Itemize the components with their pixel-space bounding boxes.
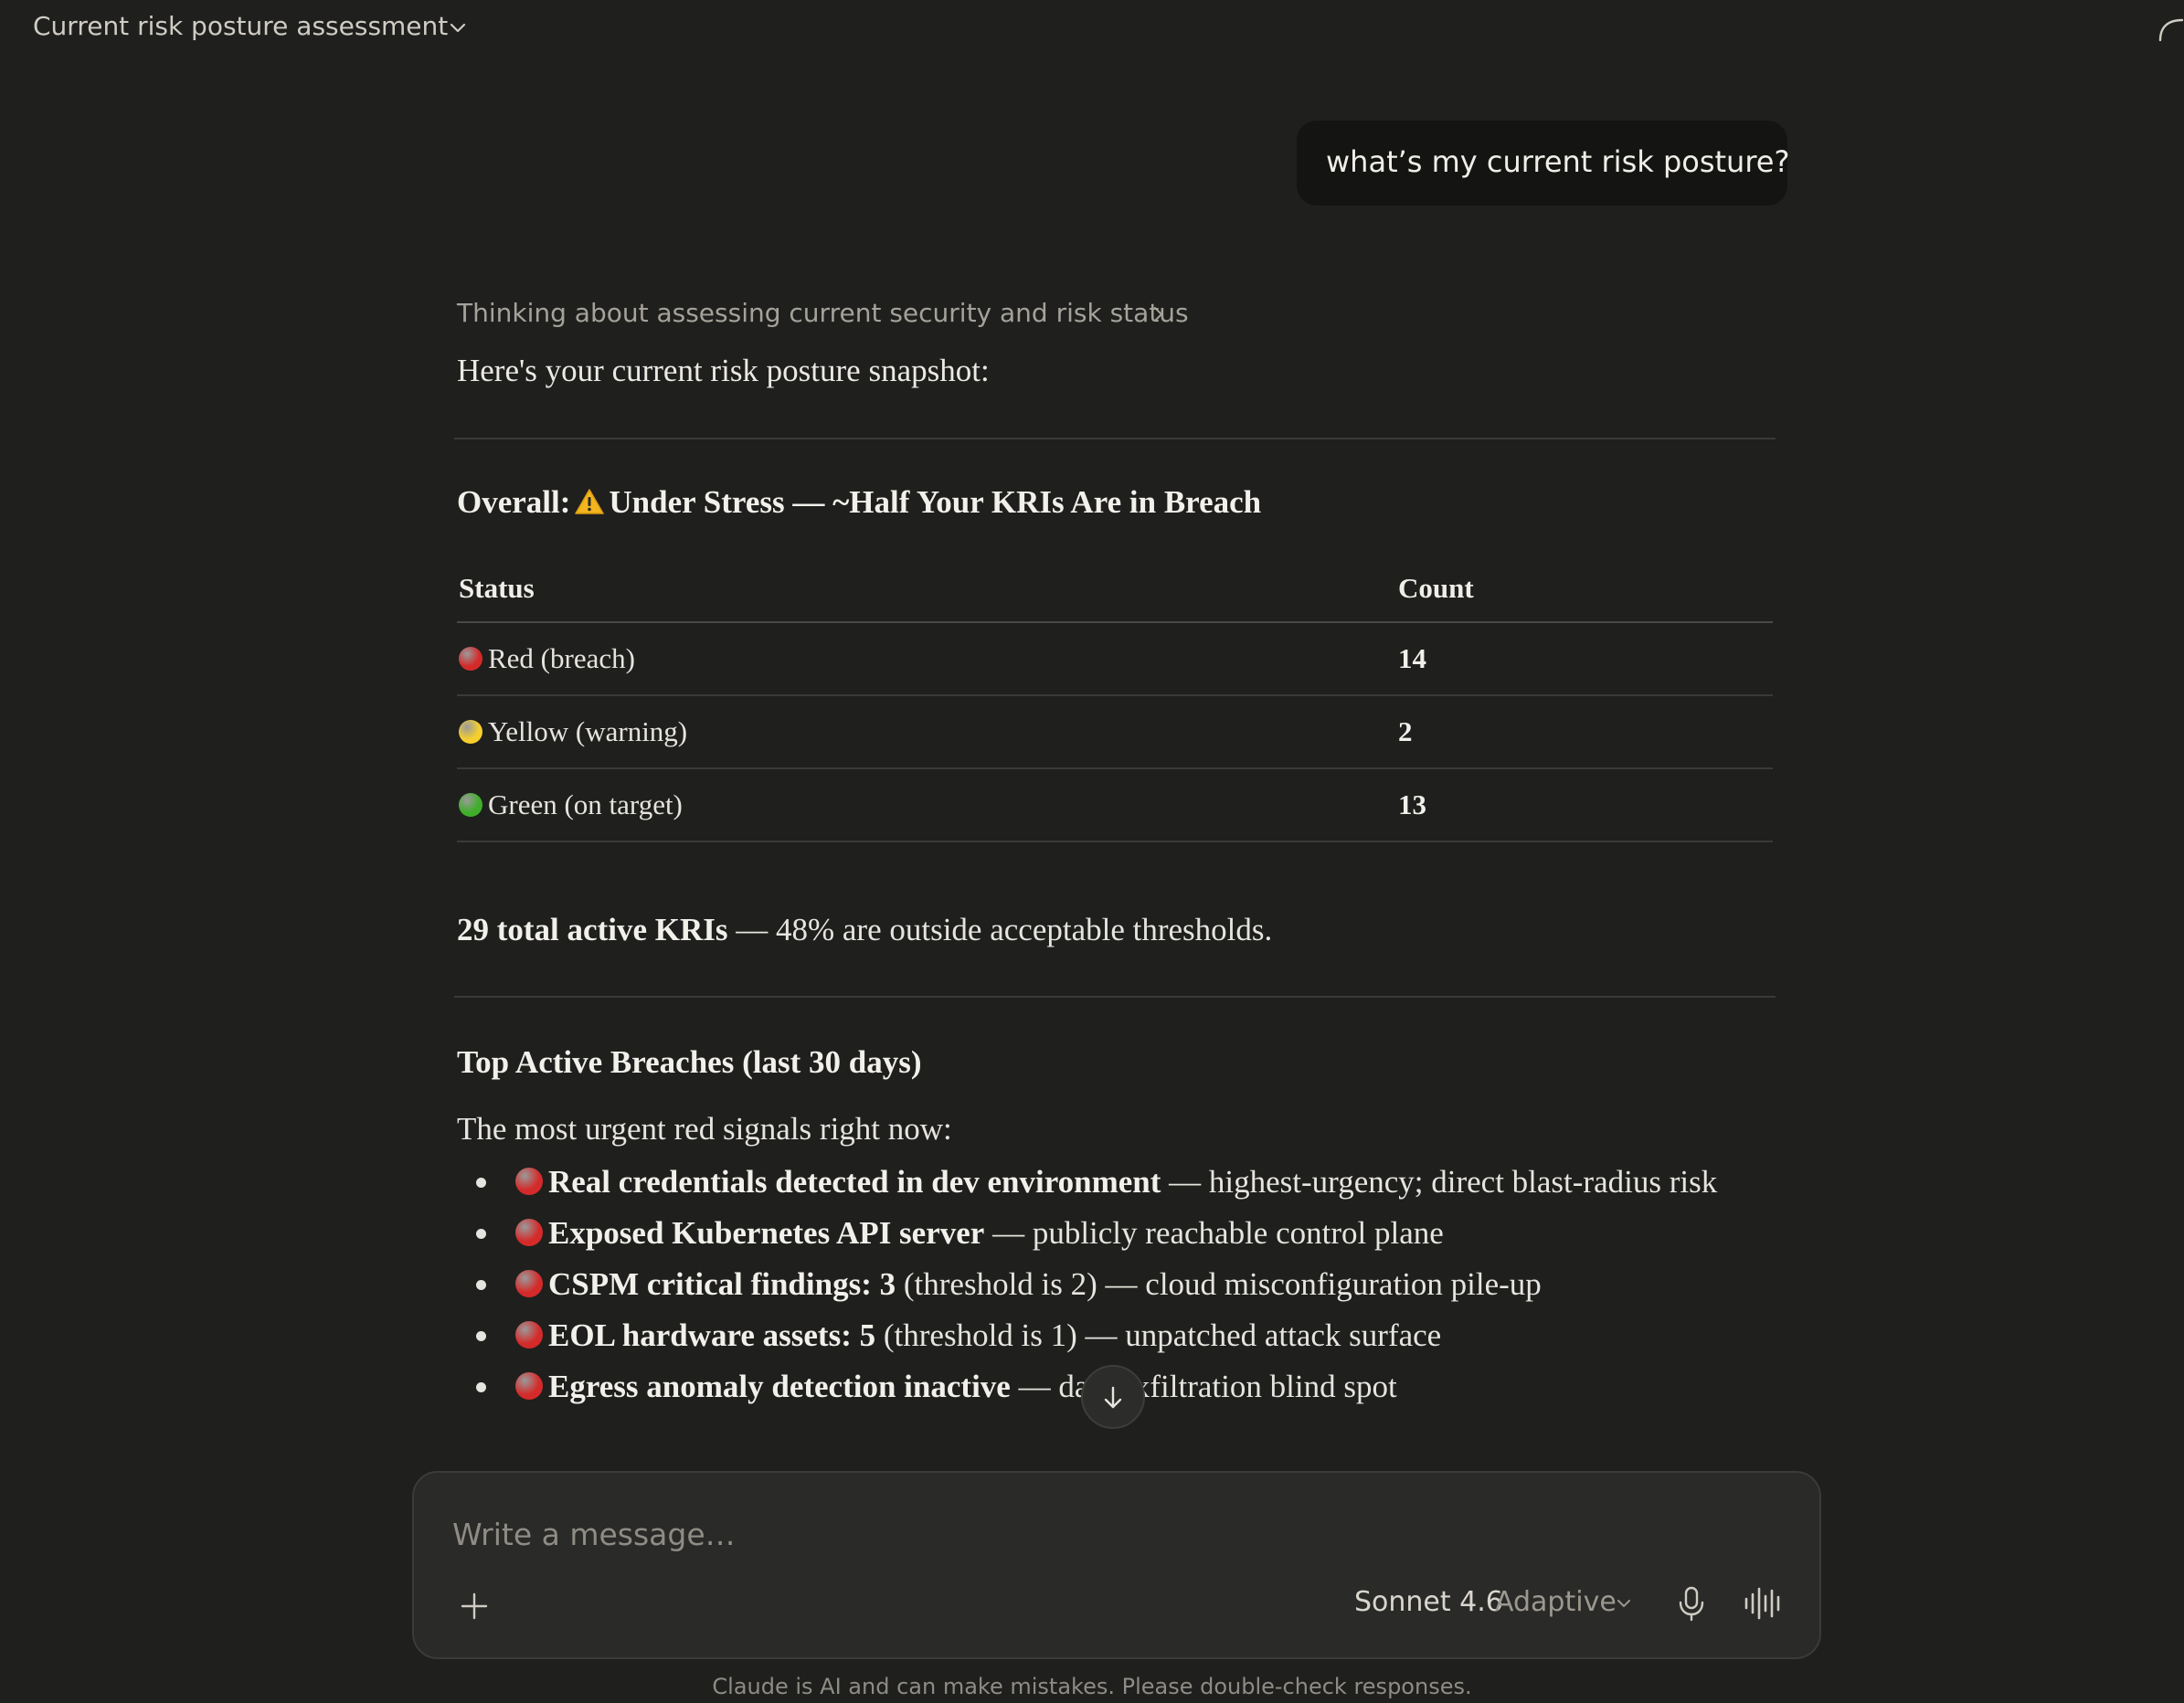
red-circle-icon	[515, 1168, 543, 1195]
breach-title: Exposed Kubernetes API server	[548, 1215, 985, 1251]
kri-status-table: Status Count Red (breach) 14 Yellow (warni…	[457, 555, 1773, 842]
warning-icon	[575, 489, 605, 514]
breach-title: CSPM critical findings: 3	[548, 1266, 896, 1302]
breaches-heading: Top Active Breaches (last 30 days)	[457, 1044, 922, 1080]
status-cell: Yellow (warning)	[457, 695, 1396, 769]
count-cell: 14	[1396, 622, 1773, 696]
divider	[454, 438, 1776, 439]
breach-detail: (threshold is 2) — cloud misconfiguratio…	[896, 1266, 1542, 1302]
status-label: Red (breach)	[488, 642, 635, 674]
thinking-toggle[interactable]: Thinking about assessing current securit…	[457, 298, 1189, 328]
list-item: Exposed Kubernetes API server — publicly…	[476, 1211, 1795, 1254]
red-circle-icon	[515, 1372, 543, 1400]
list-item: Real credentials detected in dev environ…	[476, 1160, 1795, 1203]
divider	[454, 996, 1776, 998]
mode-selector[interactable]: Adaptive	[1495, 1586, 1617, 1618]
status-column-header: Status	[457, 555, 1396, 623]
overall-heading: Overall: Under Stress — ~Half Your KRIs …	[457, 484, 1261, 521]
disclaimer-text: Claude is AI and can make mistakes. Plea…	[712, 1674, 1472, 1699]
response-intro: Here's your current risk posture snapsho…	[457, 353, 990, 388]
breaches-intro: The most urgent red signals right now:	[457, 1111, 952, 1147]
status-dot-icon	[459, 793, 482, 817]
list-item: Egress anomaly detection inactive — data…	[476, 1365, 1795, 1408]
message-composer: Sonnet 4.6 Adaptive	[412, 1471, 1821, 1659]
kri-summary: 29 total active KRIs — 48% are outside a…	[457, 912, 1272, 948]
overall-text: Under Stress — ~Half Your KRIs Are in Br…	[609, 484, 1262, 520]
status-cell: Red (breach)	[457, 622, 1396, 696]
count-cell: 13	[1396, 768, 1773, 842]
breach-detail: (threshold is 1) — unpatched attack surf…	[875, 1317, 1442, 1353]
status-dot-icon	[459, 720, 482, 744]
conversation-title[interactable]: Current risk posture assessment	[33, 11, 448, 41]
status-dot-icon	[459, 647, 482, 671]
chevron-right-icon[interactable]	[1150, 304, 1168, 324]
table-row: Green (on target) 13	[457, 768, 1773, 842]
table-row: Yellow (warning) 2	[457, 695, 1773, 769]
model-selector[interactable]: Sonnet 4.6	[1354, 1586, 1503, 1618]
count-cell: 2	[1396, 695, 1773, 769]
chevron-down-icon[interactable]	[1614, 1593, 1634, 1613]
chevron-down-icon[interactable]	[446, 16, 470, 40]
arrow-down-icon	[1104, 1386, 1122, 1409]
kri-summary-rest: — 48% are outside acceptable thresholds.	[727, 912, 1273, 947]
breach-title: Real credentials detected in dev environ…	[548, 1164, 1161, 1200]
microphone-icon[interactable]	[1675, 1584, 1708, 1623]
status-cell: Green (on target)	[457, 768, 1396, 842]
user-message-bubble: what’s my current risk posture?	[1297, 121, 1790, 206]
breach-detail: — data exfiltration blind spot	[1010, 1369, 1397, 1404]
breach-detail: — publicly reachable control plane	[984, 1215, 1444, 1251]
breach-detail: — highest-urgency; direct blast-radius r…	[1161, 1164, 1718, 1200]
top-bar: Current risk posture assessment	[0, 0, 2184, 57]
breach-title: Egress anomaly detection inactive	[548, 1369, 1011, 1404]
list-item: EOL hardware assets: 5 (threshold is 1) …	[476, 1314, 1795, 1357]
red-circle-icon	[515, 1219, 543, 1246]
count-column-header: Count	[1396, 555, 1773, 623]
breach-title: EOL hardware assets: 5	[548, 1317, 876, 1353]
overall-prefix: Overall:	[457, 484, 571, 520]
table-row: Red (breach) 14	[457, 622, 1773, 696]
red-circle-icon	[515, 1321, 543, 1349]
status-label: Yellow (warning)	[488, 715, 688, 747]
share-icon[interactable]	[2157, 13, 2184, 44]
status-label: Green (on target)	[488, 788, 683, 820]
user-message-text: what’s my current risk posture?	[1326, 144, 1790, 179]
message-input[interactable]	[452, 1513, 1732, 1555]
red-circle-icon	[515, 1270, 543, 1297]
plus-icon[interactable]	[458, 1590, 491, 1623]
kri-summary-bold: 29 total active KRIs	[457, 912, 728, 947]
table-header-row: Status Count	[457, 555, 1773, 623]
voice-waveform-icon[interactable]	[1743, 1584, 1785, 1623]
scroll-to-bottom-button[interactable]	[1081, 1365, 1145, 1429]
list-item: CSPM critical findings: 3 (threshold is …	[476, 1263, 1795, 1306]
